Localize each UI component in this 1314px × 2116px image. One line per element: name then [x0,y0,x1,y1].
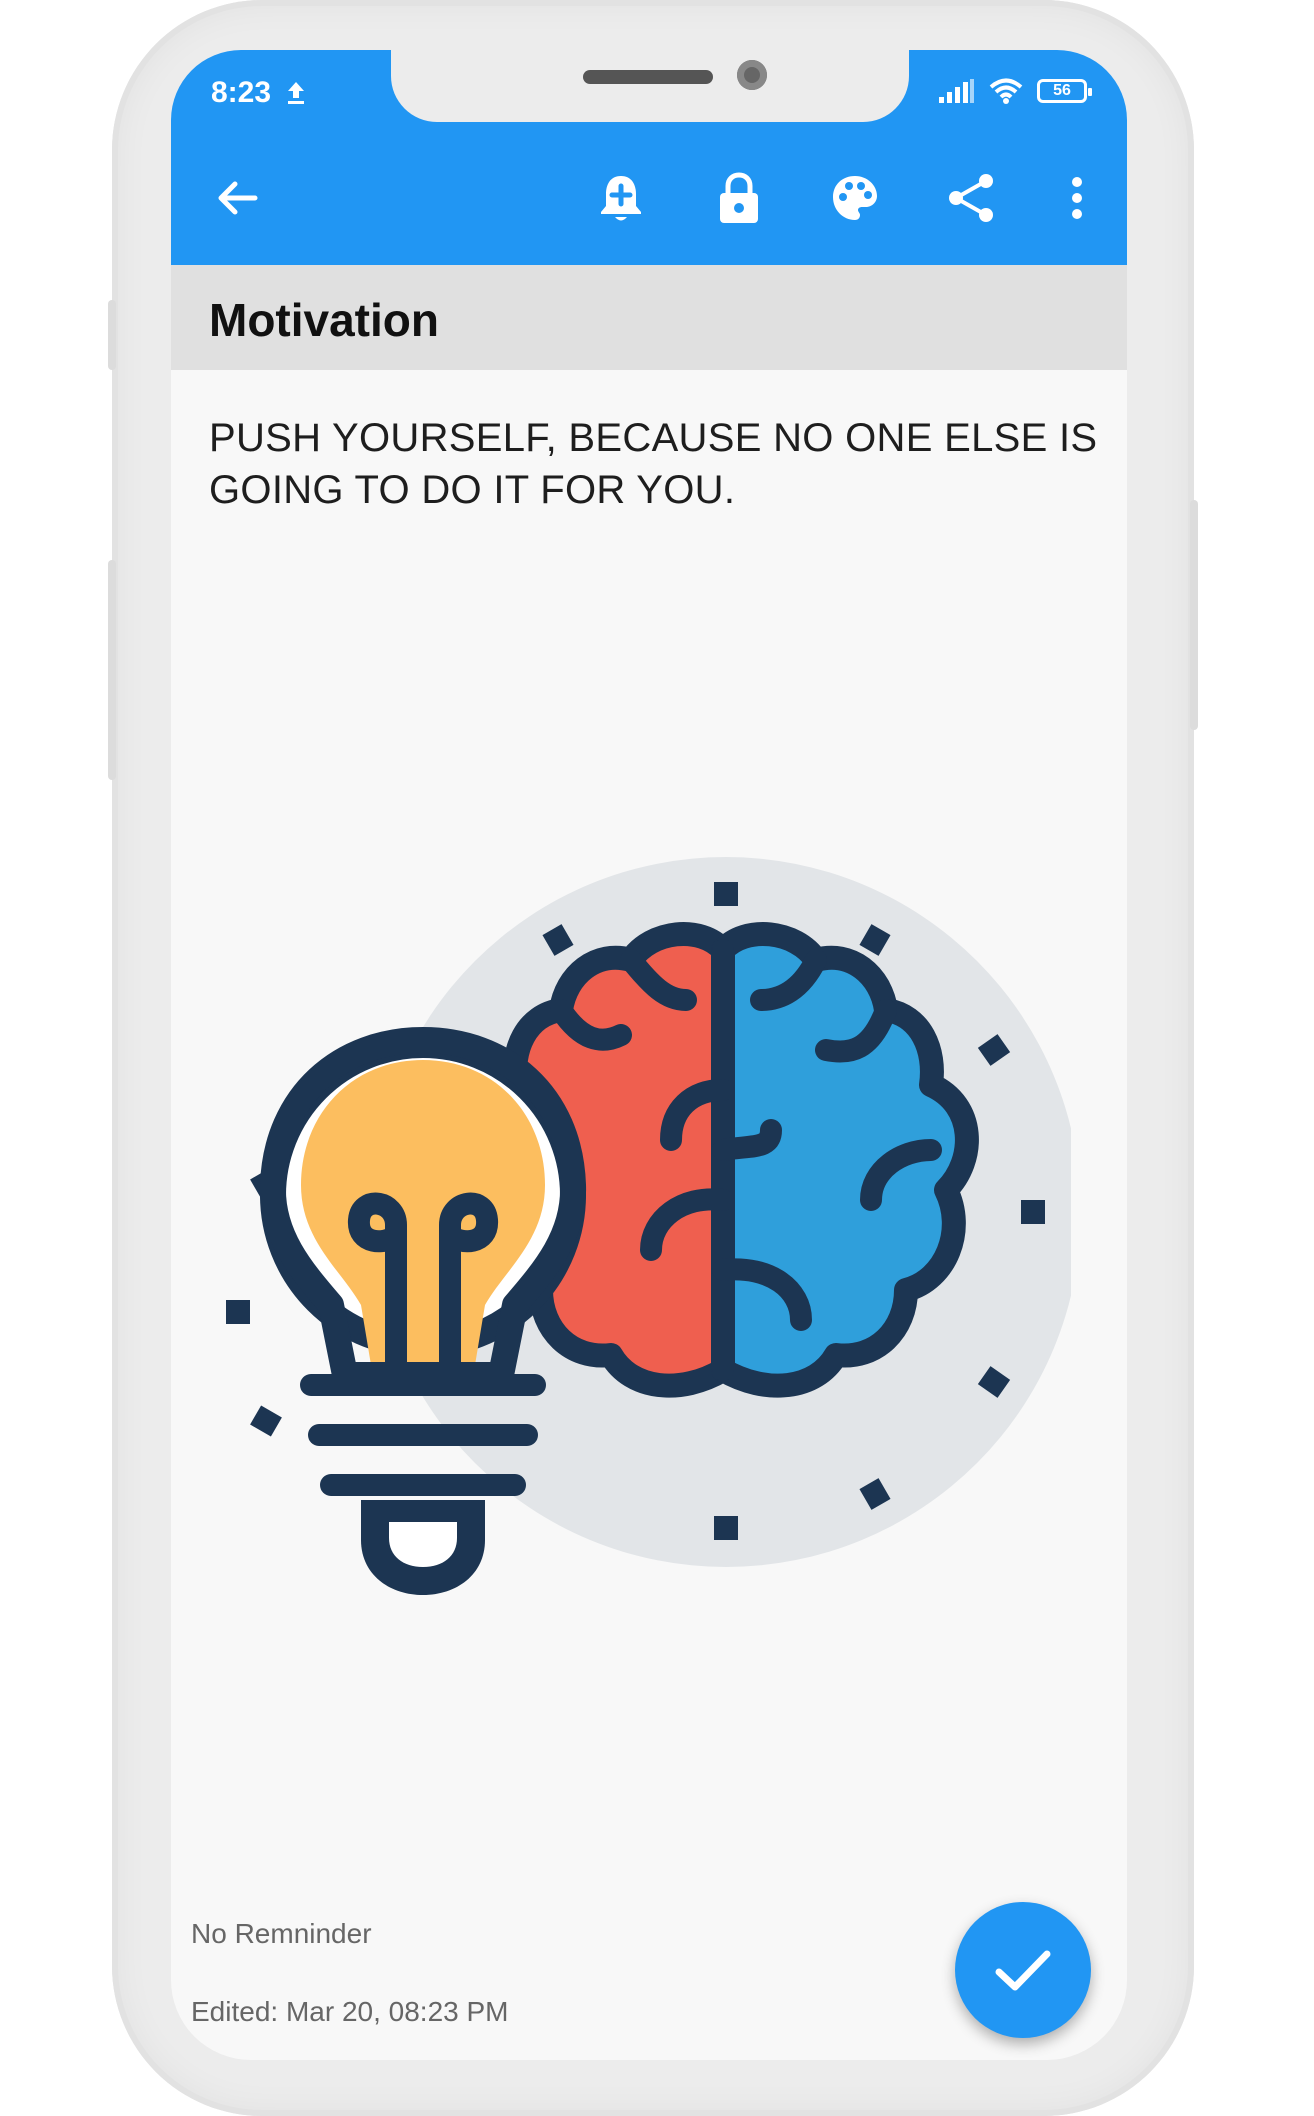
edited-timestamp: Edited: Mar 20, 08:23 PM [191,1996,509,2027]
status-time: 8:23 [211,76,272,109]
reminder-status[interactable]: No Remninder [191,1918,372,1950]
notch [391,50,909,122]
save-fab-button[interactable] [955,1902,1091,2038]
upload-icon [288,82,304,104]
battery-icon: 56 [1037,79,1092,103]
lock-icon[interactable] [709,168,769,228]
phone-volume-button [108,560,116,780]
palette-icon[interactable] [825,168,885,228]
note-title-bar[interactable]: Motivation [171,265,1127,370]
more-vert-icon[interactable] [1047,168,1107,228]
speaker-grille [583,70,713,84]
screen: 8:23 56 Motivation PUSH YOURSELF, BECAUS… [171,50,1127,2060]
share-icon[interactable] [941,168,1001,228]
note-title[interactable]: Motivation [209,293,439,347]
battery-level: 56 [1053,82,1071,99]
checkmark-icon [995,1950,1051,1991]
phone-power-button [1190,500,1198,730]
add-reminder-bell-icon[interactable] [591,168,651,228]
wifi-icon [989,78,1023,104]
back-arrow-icon[interactable] [207,168,267,228]
signal-icon [939,79,974,103]
phone-side-button [108,300,116,370]
app-bar [171,130,1127,265]
lightbulb-brain-illustration [226,857,1071,1595]
front-camera [737,60,767,90]
note-body-text[interactable]: PUSH YOURSELF, BECAUSE NO ONE ELSE IS GO… [209,412,1099,516]
